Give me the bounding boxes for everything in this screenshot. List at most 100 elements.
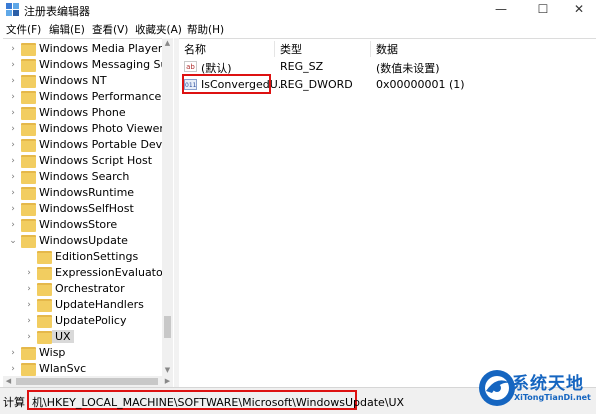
regedit-app-icon — [6, 3, 19, 16]
scroll-up-icon[interactable]: ▲ — [162, 38, 173, 49]
minimize-button[interactable]: — — [484, 0, 518, 20]
folder-icon — [21, 235, 36, 248]
tree-node[interactable]: › Orchestrator — [3, 281, 165, 297]
tree-node[interactable]: ⌄ WindowsUpdate — [3, 233, 165, 249]
chevron-right-icon[interactable]: › — [9, 349, 17, 358]
chevron-right-icon[interactable]: › — [25, 269, 33, 278]
chevron-right-icon[interactable]: › — [25, 333, 33, 342]
chevron-right-icon[interactable]: › — [25, 285, 33, 294]
tree-node-label: UpdateHandlers — [55, 298, 144, 311]
folder-icon — [21, 187, 36, 200]
tree-node[interactable]: › Windows NT — [3, 73, 165, 89]
tree-node[interactable]: › Windows Performance Too — [3, 89, 173, 105]
chevron-right-icon[interactable]: › — [25, 317, 33, 326]
tree-horizontal-scroll-thumb[interactable] — [16, 378, 158, 385]
tree-node[interactable]: › Windows Script Host — [3, 153, 165, 169]
folder-icon — [21, 91, 36, 104]
chevron-right-icon[interactable]: › — [9, 189, 17, 198]
folder-icon — [21, 363, 36, 376]
tree-node-label: Wisp — [39, 346, 66, 359]
watermark-subtitle: XiTongTianDi.net — [514, 393, 591, 402]
tree-node[interactable]: › UpdatePolicy — [3, 313, 165, 329]
tree-node-label: Windows Photo Viewer — [39, 122, 164, 135]
menu-file[interactable]: 文件(F) — [6, 22, 41, 37]
tree-horizontal-scrollbar[interactable]: ◀ ▶ — [3, 376, 173, 387]
tree-node-label: WindowsUpdate — [39, 234, 128, 247]
tree-node-label: Windows Performance Too — [39, 90, 173, 103]
menu-favorites[interactable]: 收藏夹(A) — [135, 22, 182, 37]
menu-edit[interactable]: 编辑(E) — [49, 22, 85, 37]
tree-node-label: Windows Media Player NS — [39, 42, 173, 55]
string-value-icon: ab — [184, 61, 197, 72]
tree-node[interactable]: › UpdateHandlers — [3, 297, 165, 313]
value-name-highlight-box — [182, 74, 271, 94]
watermark-title: 系统天地 — [512, 374, 584, 394]
tree-node-label: Windows Script Host — [39, 154, 153, 167]
scroll-down-icon[interactable]: ▼ — [162, 365, 173, 376]
chevron-down-icon[interactable]: ⌄ — [9, 237, 17, 246]
column-header-data[interactable]: 数据 — [371, 41, 596, 57]
chevron-right-icon[interactable]: › — [9, 221, 17, 230]
tree-node[interactable]: › Windows Search — [3, 169, 165, 185]
value-type: REG_SZ — [280, 60, 324, 73]
menu-help[interactable]: 帮助(H) — [187, 22, 224, 37]
tree-node[interactable]: › Windows Portable Devices — [3, 137, 173, 153]
chevron-right-icon[interactable]: › — [25, 301, 33, 310]
folder-icon — [37, 267, 52, 280]
folder-icon — [21, 155, 36, 168]
folder-icon — [21, 107, 36, 120]
tree-node[interactable]: › ExpressionEvaluators — [3, 265, 173, 281]
tree-node-label: Windows Portable Devices — [39, 138, 173, 151]
value-list[interactable]: 名称 类型 数据 ab (默认) REG_SZ (数值未设置) 011 IsCo… — [179, 38, 596, 388]
key-path: 机\HKEY_LOCAL_MACHINE\SOFTWARE\Microsoft\… — [32, 396, 405, 409]
chevron-right-icon[interactable]: › — [9, 157, 17, 166]
scroll-left-icon[interactable]: ◀ — [3, 376, 14, 387]
close-button[interactable]: ✕ — [562, 0, 596, 20]
chevron-right-icon[interactable]: › — [9, 45, 17, 54]
chevron-right-icon[interactable]: › — [9, 61, 17, 70]
chevron-right-icon[interactable]: › — [9, 141, 17, 150]
tree-node[interactable]: › Wisp — [3, 345, 165, 361]
value-data: (数值未设置) — [376, 62, 440, 75]
chevron-right-icon[interactable]: › — [9, 77, 17, 86]
folder-icon — [21, 219, 36, 232]
menu-view[interactable]: 查看(V) — [92, 22, 128, 37]
tree-node-label: WindowsStore — [39, 218, 118, 231]
folder-icon — [37, 283, 52, 296]
tree-node[interactable]: › WindowsRuntime — [3, 185, 165, 201]
folder-icon — [21, 43, 36, 56]
tree-node[interactable]: › WindowsSelfHost — [3, 201, 165, 217]
status-label: 计算 — [3, 396, 25, 409]
chevron-right-icon[interactable]: › — [9, 125, 17, 134]
chevron-right-icon[interactable]: › — [9, 365, 17, 374]
tree-node-label: Orchestrator — [55, 282, 125, 295]
registry-key-tree[interactable]: › Windows Media Player NS › Windows Messagi… — [3, 38, 173, 377]
scroll-right-icon[interactable]: ▶ — [162, 376, 173, 387]
tree-node[interactable]: › Windows Messaging Subs — [3, 57, 173, 73]
tree-vertical-scrollbar[interactable]: ▲ ▼ — [162, 38, 173, 376]
tree-node-label: UpdatePolicy — [55, 314, 127, 327]
chevron-right-icon[interactable]: › — [9, 205, 17, 214]
tree-node[interactable]: › WlanSvc — [3, 361, 165, 377]
tree-node[interactable]: › Windows Media Player NS — [3, 41, 173, 57]
value-row-default[interactable]: ab (默认) REG_SZ (数值未设置) — [179, 58, 596, 75]
column-header-name[interactable]: 名称 — [179, 41, 275, 57]
folder-icon — [37, 299, 52, 312]
chevron-right-icon[interactable]: › — [9, 93, 17, 102]
tree-node-label: Windows Phone — [39, 106, 126, 119]
chevron-right-icon[interactable]: › — [9, 173, 17, 182]
tree-node[interactable]: › WindowsStore — [3, 217, 165, 233]
maximize-button[interactable]: ☐ — [526, 0, 560, 20]
value-data: 0x00000001 (1) — [376, 78, 465, 91]
key-path-highlight-box: 机\HKEY_LOCAL_MACHINE\SOFTWARE\Microsoft\… — [27, 390, 404, 410]
tree-node-label: WindowsSelfHost — [39, 202, 134, 215]
tree-node[interactable]: › UX — [3, 329, 165, 345]
tree-vertical-scroll-thumb[interactable] — [164, 316, 171, 338]
column-header-type[interactable]: 类型 — [275, 41, 371, 57]
tree-node-label: Windows Messaging Subs — [39, 58, 173, 71]
folder-icon — [37, 251, 52, 264]
chevron-right-icon[interactable]: › — [9, 109, 17, 118]
tree-node[interactable]: › Windows Photo Viewer — [3, 121, 165, 137]
tree-node[interactable]: EditionSettings — [3, 249, 165, 265]
tree-node[interactable]: › Windows Phone — [3, 105, 165, 121]
